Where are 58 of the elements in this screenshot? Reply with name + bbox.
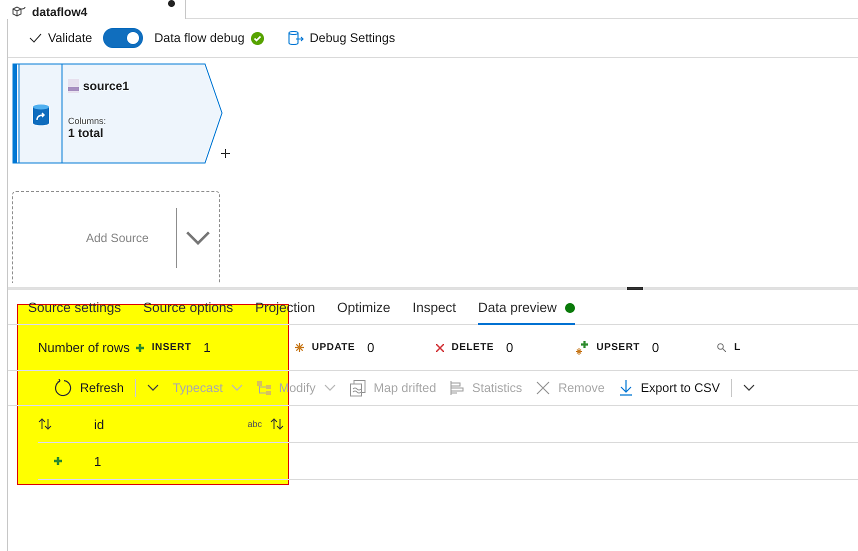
chevron-down-icon — [185, 230, 211, 246]
add-icon[interactable] — [221, 149, 230, 158]
debug-settings-button[interactable]: Debug Settings — [282, 30, 400, 46]
count-tag: UPSERT — [596, 342, 640, 353]
unsaved-dot — [168, 0, 175, 7]
count-tag: DELETE — [452, 342, 494, 353]
document-title: dataflow4 — [32, 5, 88, 19]
chevron-down-icon — [230, 384, 243, 392]
resize-handle[interactable] — [627, 287, 643, 290]
count-value: 0 — [367, 340, 374, 355]
type-label: abc — [247, 419, 262, 429]
hierarchy-icon — [256, 381, 271, 395]
add-source-box[interactable]: Add Source — [12, 191, 220, 283]
status-dot — [564, 302, 575, 312]
checkmark-icon — [29, 33, 42, 43]
chevron-down-icon — [146, 384, 159, 392]
asterisk-icon — [294, 343, 304, 352]
panel-tab[interactable]: Inspect — [412, 294, 456, 325]
success-check-icon — [250, 32, 264, 44]
columns-label: Columns: — [68, 116, 108, 126]
node-title: source1 — [83, 79, 130, 93]
sort-icon[interactable] — [270, 418, 284, 430]
count-value: 1 — [203, 340, 211, 355]
columns-total: 1 total — [68, 126, 104, 140]
bar-chart-icon — [450, 381, 464, 395]
dataflow-icon — [12, 6, 26, 18]
validate-button[interactable]: Validate — [24, 31, 98, 45]
row-count-label: Number of rows — [38, 340, 130, 355]
cross-icon — [436, 344, 444, 352]
search-icon — [717, 343, 726, 352]
refresh-icon — [54, 379, 72, 397]
chevron-down-icon — [324, 384, 336, 392]
plus-icon — [136, 344, 144, 352]
asterisk-plus-icon — [576, 340, 588, 354]
count-value: 0 — [652, 340, 660, 355]
panel-tab[interactable]: Optimize — [337, 294, 390, 325]
count-tag: UPDATE — [312, 342, 356, 353]
sort-icon[interactable] — [38, 418, 52, 430]
document-tab[interactable]: dataflow4 — [0, 0, 186, 19]
close-icon — [536, 381, 550, 395]
count-tag: L — [734, 342, 741, 353]
table-cell: 1 — [94, 454, 102, 468]
download-icon — [618, 380, 633, 396]
plus-icon — [54, 457, 62, 465]
stacked-pages-icon — [350, 380, 366, 396]
toolbar-button[interactable]: Refresh — [51, 379, 127, 397]
panel-tab[interactable]: Data preview — [478, 294, 575, 325]
column-header: id — [94, 416, 104, 432]
toggle-switch[interactable] — [103, 28, 144, 48]
toolbar-button[interactable]: Export to CSV — [616, 380, 723, 396]
database-icon — [32, 104, 50, 126]
debug-toggle-label[interactable]: Data flow debug — [149, 31, 269, 45]
file-icon — [68, 79, 79, 93]
database-arrow-icon — [288, 30, 304, 46]
count-tag: INSERT — [152, 342, 192, 353]
chevron-down-icon — [742, 384, 755, 392]
add-source-label: Add Source — [86, 230, 150, 244]
count-value: 0 — [506, 340, 514, 355]
